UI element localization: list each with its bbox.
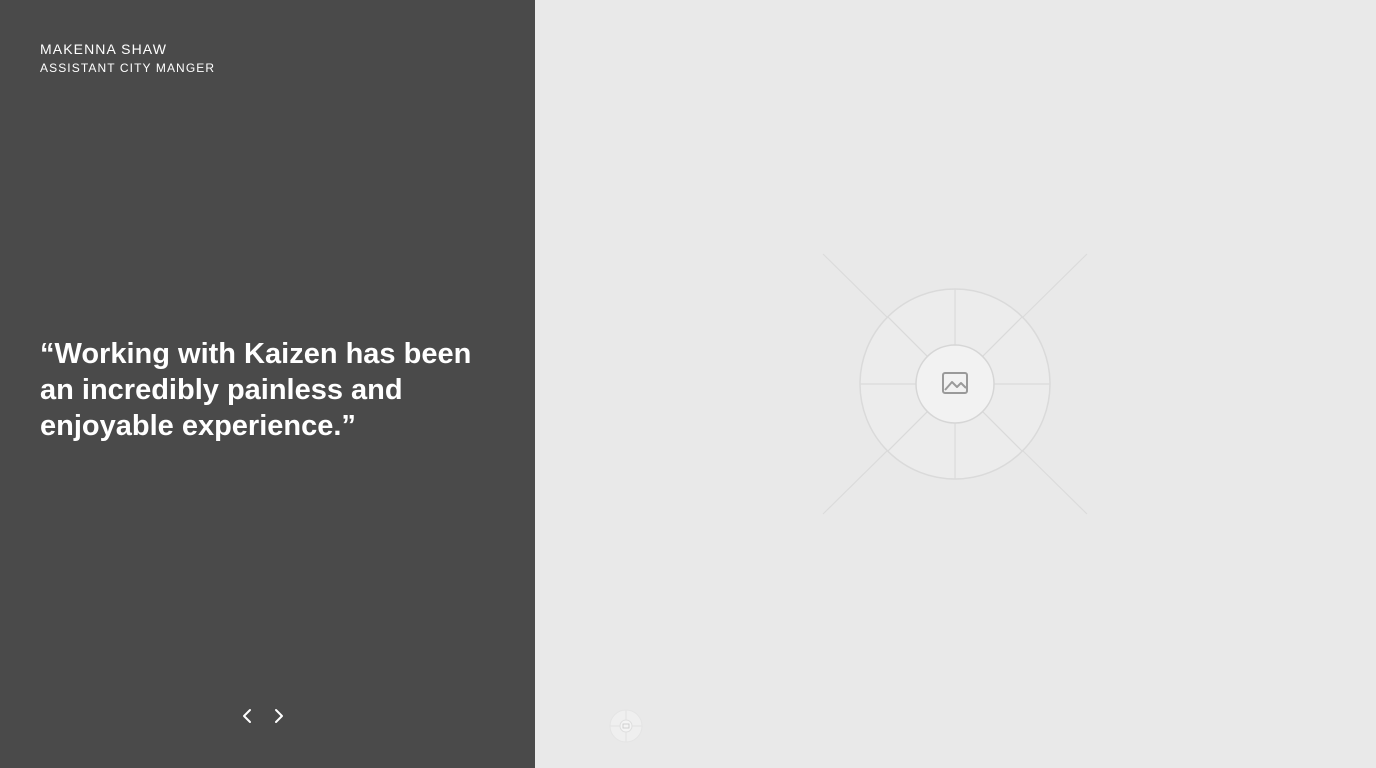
chevron-left-icon — [243, 709, 251, 723]
slider-navigation — [237, 702, 289, 730]
testimonial-image-area — [535, 0, 1376, 768]
previous-button[interactable] — [237, 702, 257, 730]
person-role: ASSISTANT CITY MANGER — [40, 61, 216, 75]
image-placeholder — [815, 244, 1095, 524]
chevron-right-icon — [275, 709, 283, 723]
person-name: MAKENNA SHAW — [40, 41, 168, 57]
testimonial-quote: “Working with Kaizen has been an incredi… — [40, 338, 472, 442]
testimonial-panel: MAKENNA SHAW ASSISTANT CITY MANGER “Work… — [0, 0, 535, 768]
testimonial-section: MAKENNA SHAW ASSISTANT CITY MANGER “Work… — [0, 0, 1376, 768]
next-button[interactable] — [269, 702, 289, 730]
small-image-placeholder — [609, 709, 643, 743]
